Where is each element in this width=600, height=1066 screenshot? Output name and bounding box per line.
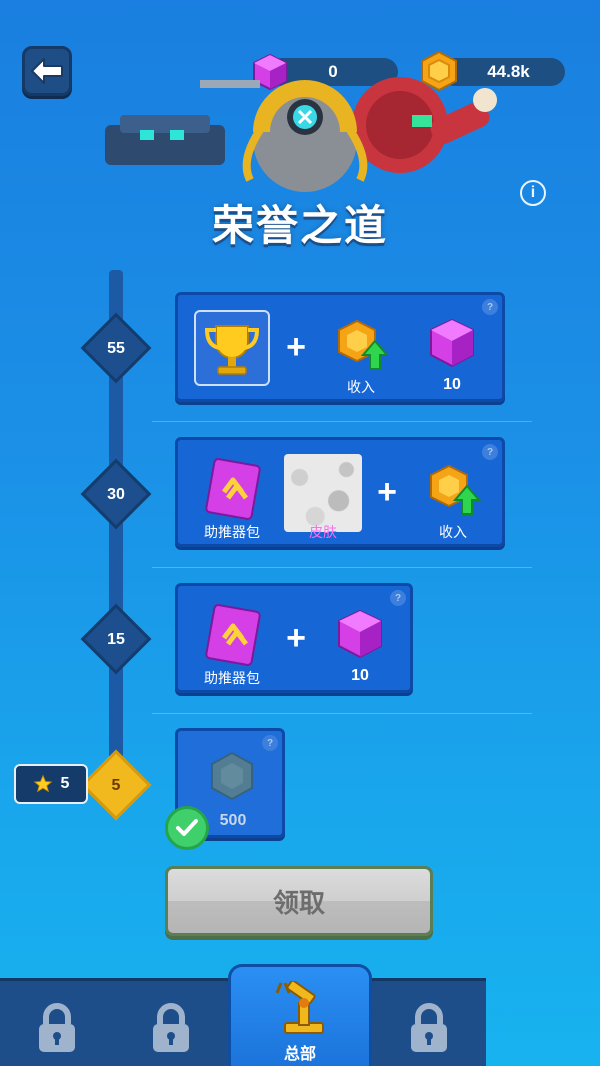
robot-arm-icon: [275, 981, 324, 1034]
coin-income-icon: [430, 464, 482, 515]
page-title: 荣誉之道: [211, 202, 388, 249]
reward-card-15[interactable]: ? 助推器包 + 10: [175, 583, 413, 693]
skin-icon: [284, 454, 362, 532]
divider: [152, 713, 532, 714]
lock-icon: [411, 1003, 447, 1052]
reward-caption: 收入: [439, 524, 467, 540]
nav-tab-locked-1[interactable]: [2, 990, 112, 1066]
level-number: 55: [107, 340, 125, 357]
trophy-icon: [204, 325, 260, 375]
reward-caption: 助推器包: [204, 670, 260, 686]
help-icon[interactable]: ?: [482, 299, 498, 315]
reward-caption: 收入: [347, 379, 375, 395]
level-number: 5: [111, 777, 121, 794]
claimed-check-icon: [165, 806, 209, 850]
lock-icon: [153, 1003, 189, 1052]
star-icon: [33, 774, 52, 793]
coin-income-icon: [338, 319, 390, 370]
help-icon[interactable]: ?: [482, 444, 498, 460]
reward-card-30[interactable]: ? 助推器包 皮肤 + 收入: [175, 437, 505, 547]
plus-sign: +: [377, 473, 397, 511]
divider: [152, 421, 532, 422]
help-icon[interactable]: ?: [262, 735, 278, 751]
coin-icon: [211, 751, 253, 801]
divider: [152, 567, 532, 568]
trophy-tile: [194, 310, 270, 386]
reward-caption: 10: [351, 667, 369, 684]
info-button[interactable]: i: [520, 180, 546, 206]
lock-icon: [39, 1003, 75, 1052]
reward-caption: 助推器包: [204, 524, 260, 540]
reward-card-55[interactable]: ? + 收入 10: [175, 292, 505, 402]
player-star-badge: 5: [14, 764, 88, 804]
player-stars: 5: [60, 775, 70, 792]
nav-tab-label: 总部: [283, 1046, 316, 1063]
nav-tab-locked-2[interactable]: [116, 990, 226, 1066]
claim-button[interactable]: 领取: [165, 866, 433, 936]
reward-caption: 10: [443, 376, 461, 393]
nav-tab-locked-3[interactable]: [374, 990, 484, 1066]
gem-icon: [430, 318, 474, 368]
plus-sign: +: [286, 619, 306, 657]
booster-pack-icon: [205, 604, 261, 666]
reward-caption: 皮肤: [309, 524, 337, 540]
booster-pack-icon: [205, 458, 261, 520]
level-number: 15: [107, 631, 125, 648]
level-number: 30: [107, 486, 125, 503]
gem-icon: [338, 609, 382, 659]
plus-sign: +: [286, 328, 306, 366]
help-icon[interactable]: ?: [390, 590, 406, 606]
back-arrow-icon: [31, 58, 63, 84]
back-button[interactable]: [22, 46, 72, 96]
